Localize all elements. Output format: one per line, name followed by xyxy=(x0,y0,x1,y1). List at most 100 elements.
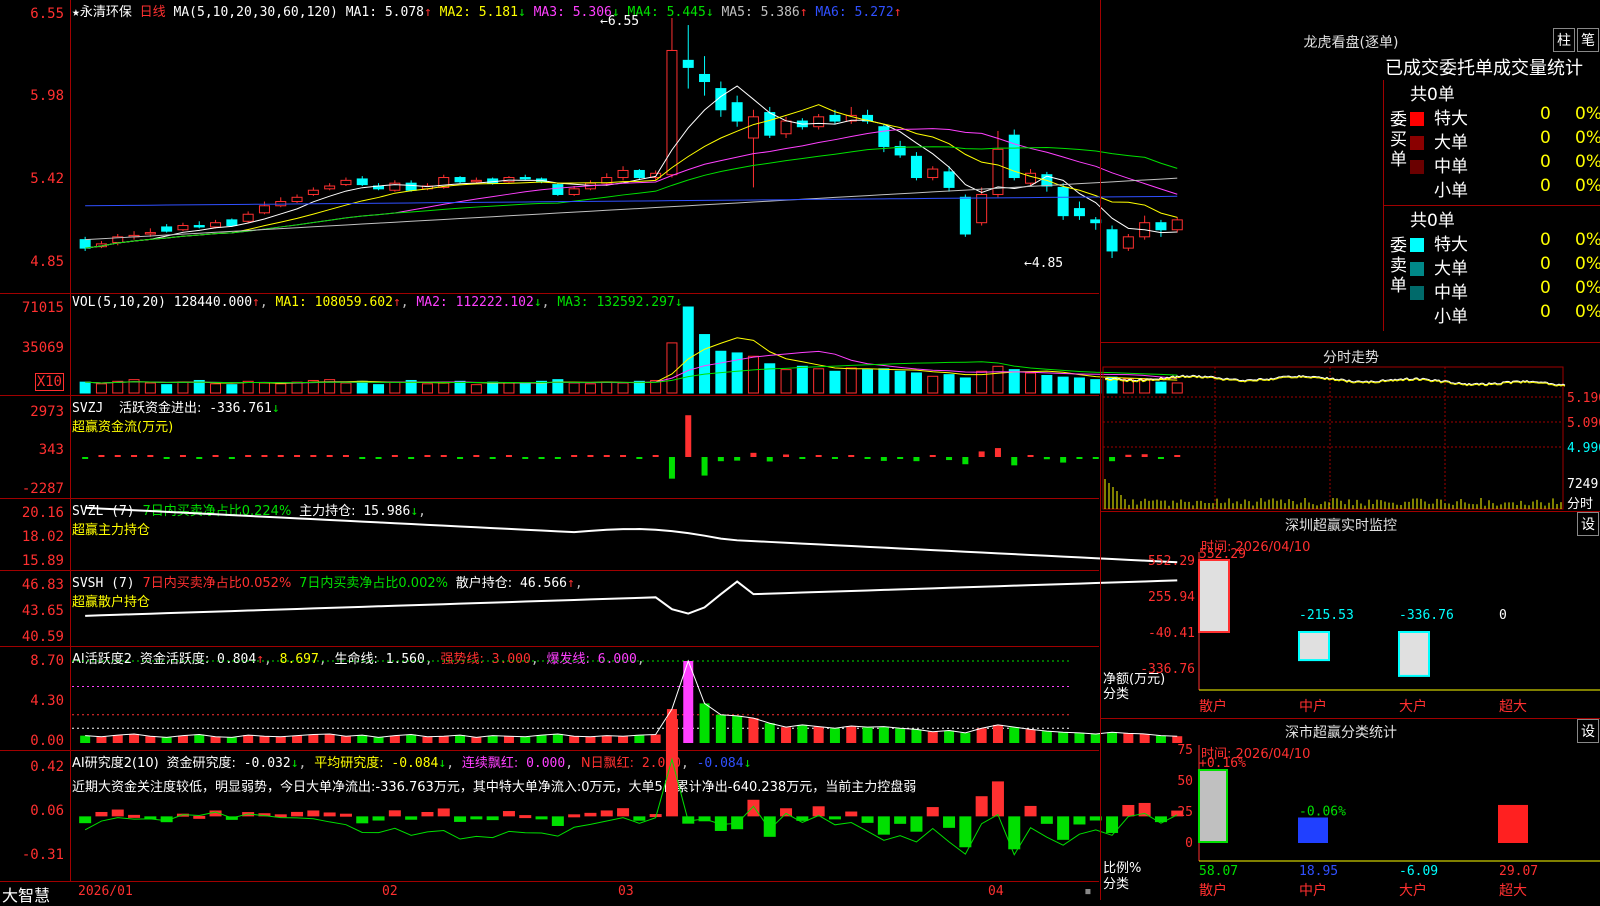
low-price-label: ←4.85 xyxy=(1024,256,1063,271)
ai-research-bar xyxy=(128,815,140,818)
lhb-sell-section: 委卖单 共0单 特大 0 0% 大单 0 0% 中单 0 0% 小单 0 0% xyxy=(1383,206,1600,331)
szc-change-label: -0.06% xyxy=(1299,805,1346,820)
high-price-label: ←6.55 xyxy=(600,14,639,29)
ai-active-bar xyxy=(178,736,188,743)
bar-mode-button[interactable]: 柱 xyxy=(1553,28,1575,52)
szm-ytick: -336.76 xyxy=(1140,662,1195,677)
candle-body xyxy=(700,74,710,81)
ai-active-bar xyxy=(455,735,465,743)
kline-chart[interactable] xyxy=(72,0,1097,293)
ai-research-bar xyxy=(943,816,955,827)
candle-body xyxy=(830,115,840,121)
intraday-title: 分时走势 xyxy=(1101,347,1600,367)
candle-body xyxy=(1058,187,1068,215)
ai-active-bar xyxy=(960,733,970,743)
svzl-panel[interactable]: 20.16 18.02 15.89 SVZL (7) 7日内买卖净占比0.224… xyxy=(0,499,1099,571)
buy-total: 共0单 xyxy=(1410,80,1455,105)
svzj-bar xyxy=(98,455,104,457)
ai-active-panel[interactable]: 8.70 4.30 0.00 AI活跃度2 资金活跃度: 0.804↑, 8.6… xyxy=(0,647,1099,751)
svzj-bar xyxy=(408,457,414,459)
candle-body xyxy=(960,197,970,234)
ai-research-bar xyxy=(454,816,466,822)
svzj-bar xyxy=(734,457,740,461)
ai-research-bar xyxy=(601,810,613,816)
ai-active-bar xyxy=(830,728,840,743)
ai-active-bar xyxy=(406,735,416,743)
svzj-chart[interactable] xyxy=(72,396,1097,498)
lhb-title: 龙虎看盘(逐单) xyxy=(1101,32,1600,52)
svsh-chart[interactable] xyxy=(72,571,1097,646)
svzj-bar xyxy=(424,455,430,457)
ai-active-bar xyxy=(993,725,1003,743)
svzj-bar xyxy=(506,455,512,457)
ai-research-bar xyxy=(95,812,107,816)
svzl-ytick: 15.89 xyxy=(22,553,64,569)
sz-monitor-panel[interactable]: 深圳超赢实时监控 设 时间: 2026/04/10 净额(万元) 分类 552.… xyxy=(1100,512,1600,719)
candle-body xyxy=(162,227,172,231)
ai-active-bar xyxy=(259,736,269,743)
svzj-panel[interactable]: 2973 343 -2287 SVZJ 活跃资金进出: -336.761↓ 超赢… xyxy=(0,396,1099,499)
tick-mode-button[interactable]: 笔 xyxy=(1577,28,1599,52)
ai-active-bar xyxy=(471,737,481,743)
row-name: 中单 xyxy=(1434,157,1468,177)
intraday-chart[interactable] xyxy=(1101,367,1566,511)
ai-research-bar xyxy=(862,816,874,822)
ai-active-bar xyxy=(537,735,547,743)
svzj-bar xyxy=(702,457,708,476)
ai-active-bar xyxy=(194,735,204,743)
sz-class-panel[interactable]: 深市超赢分类统计 设 时间: 2026/04/10 比例% 分类 75 50 25 0… xyxy=(1100,719,1600,900)
lhb-tabs[interactable]: 已成交委托单成交量统计 xyxy=(1385,54,1583,80)
ai-research-panel[interactable]: 0.42 0.06 -0.31 AI研究度2(10) 资金研究度: -0.032… xyxy=(0,751,1099,881)
ai-research-bar xyxy=(1073,816,1085,824)
ai-research-bar xyxy=(747,800,759,817)
ai-active-bar xyxy=(341,736,351,743)
ai-research-bar xyxy=(845,812,857,817)
svzl-chart[interactable] xyxy=(72,499,1097,570)
volume-bar xyxy=(569,383,579,393)
szm-category: 中户 xyxy=(1299,698,1327,715)
sz-class-chart[interactable]: 75 50 25 0 +0.16% 58.07 散户 -0.06% 18.95 中户 -6.09 大户… xyxy=(1101,719,1600,900)
svzj-bar xyxy=(376,457,382,459)
ai-research-bar xyxy=(878,816,890,834)
ai-active-bar xyxy=(439,736,449,743)
kline-panel[interactable]: 6.55 5.98 5.42 4.85 ★永清环保 日线 MA(5,10,20,… xyxy=(0,0,1099,294)
volume-panel[interactable]: 71015 35069 X10 VOL(5,10,20) 128440.000↑… xyxy=(0,294,1099,396)
svzl-ytick: 20.16 xyxy=(22,505,64,521)
intraday-panel[interactable]: 分时走势 5.190 5.090 4.990 7249 分时 xyxy=(1100,343,1600,512)
ai-research-bar xyxy=(1041,816,1053,823)
svsh-panel[interactable]: 46.83 43.65 40.59 SVSH (7) 7日内买卖净占比0.052… xyxy=(0,571,1099,647)
color-swatch xyxy=(1410,238,1424,252)
candle-body xyxy=(178,226,188,230)
volume-bar xyxy=(1074,378,1084,393)
color-swatch xyxy=(1410,136,1424,150)
svzj-bar xyxy=(82,457,88,459)
ai-active-bar xyxy=(651,735,661,743)
svzj-bar xyxy=(392,455,398,457)
svzj-bar xyxy=(213,455,219,457)
svzj-bar xyxy=(522,457,528,459)
szc-bar xyxy=(1199,770,1227,842)
ai-active-bar xyxy=(1026,729,1036,743)
ai-research-chart[interactable] xyxy=(72,751,1097,881)
intraday-ytick: 5.090 xyxy=(1567,416,1600,431)
candle-body xyxy=(781,121,791,134)
lock-icon[interactable]: ▪ xyxy=(1084,884,1092,899)
volume-bar xyxy=(1058,377,1068,393)
svzj-ytick: 343 xyxy=(39,442,64,458)
svzj-bar xyxy=(164,457,170,459)
volume-bar xyxy=(357,381,367,393)
volume-chart[interactable] xyxy=(72,294,1097,395)
ai-active-bar xyxy=(602,736,612,743)
ai-research-bar xyxy=(992,781,1004,816)
ai-active-chart[interactable] xyxy=(72,647,1097,750)
svzj-bar xyxy=(343,455,349,457)
ai-active-ytick: 0.00 xyxy=(30,733,64,749)
row-name: 大单 xyxy=(1434,133,1468,153)
sz-monitor-chart[interactable]: 552.29 255.94 -40.41 -336.76 552.29 散户 -215.53… xyxy=(1101,512,1600,718)
svzj-bar xyxy=(816,455,822,457)
ai-active-bar xyxy=(374,737,384,743)
volume-bar xyxy=(504,383,514,393)
szc-ytick: 75 xyxy=(1177,743,1193,758)
candle-body xyxy=(732,103,742,121)
ai-active-bar xyxy=(308,735,318,743)
